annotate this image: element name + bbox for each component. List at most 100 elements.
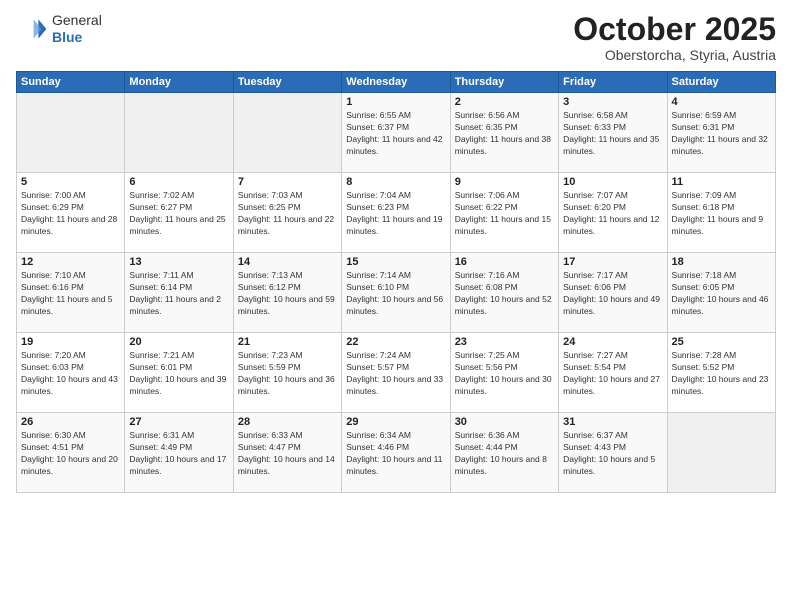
day-info: Sunrise: 6:55 AM Sunset: 6:37 PM Dayligh…: [346, 110, 445, 158]
day-number: 1: [346, 96, 445, 108]
calendar-cell: 25Sunrise: 7:28 AM Sunset: 5:52 PM Dayli…: [667, 333, 775, 413]
day-info: Sunrise: 6:58 AM Sunset: 6:33 PM Dayligh…: [563, 110, 662, 158]
calendar-cell: 31 Sunrise: 6:37 AM Sunset: 4:43 PM Dayli…: [559, 413, 667, 493]
calendar-cell: 24Sunrise: 7:27 AM Sunset: 5:54 PM Dayli…: [559, 333, 667, 413]
calendar-cell: [125, 93, 233, 173]
calendar-cell: 4 Sunrise: 6:59 AM Sunset: 6:31 PM Daylig…: [667, 93, 775, 173]
day-number: 14: [238, 256, 337, 268]
day-number: 29: [346, 416, 445, 428]
day-info: Sunrise: 7:04 AM Sunset: 6:23 PM Dayligh…: [346, 190, 445, 238]
calendar-cell: 17Sunrise: 7:17 AM Sunset: 6:06 PM Dayli…: [559, 253, 667, 333]
day-number: 18: [672, 256, 771, 268]
calendar-cell: 18Sunrise: 7:18 AM Sunset: 6:05 PM Dayli…: [667, 253, 775, 333]
weekday-header-tuesday: Tuesday: [233, 72, 341, 93]
day-info: Sunrise: 7:06 AM Sunset: 6:22 PM Dayligh…: [455, 190, 554, 238]
weekday-header-sunday: Sunday: [17, 72, 125, 93]
day-info: Sunrise: 6:56 AM Sunset: 6:35 PM Dayligh…: [455, 110, 554, 158]
day-number: 31: [563, 416, 662, 428]
day-number: 12: [21, 256, 120, 268]
day-info: Sunrise: 7:21 AM Sunset: 6:01 PM Dayligh…: [129, 350, 228, 398]
calendar-cell: 23Sunrise: 7:25 AM Sunset: 5:56 PM Dayli…: [450, 333, 558, 413]
title-block: October 2025 Oberstorcha, Styria, Austri…: [573, 12, 776, 63]
day-number: 5: [21, 176, 120, 188]
day-number: 6: [129, 176, 228, 188]
calendar-cell: 11 Sunrise: 7:09 AM Sunset: 6:18 PM Dayli…: [667, 173, 775, 253]
calendar-cell: 2 Sunrise: 6:56 AM Sunset: 6:35 PM Daylig…: [450, 93, 558, 173]
calendar-cell: 21Sunrise: 7:23 AM Sunset: 5:59 PM Dayli…: [233, 333, 341, 413]
day-number: 11: [672, 176, 771, 188]
day-number: 28: [238, 416, 337, 428]
logo-general: General: [52, 12, 102, 29]
day-number: 27: [129, 416, 228, 428]
day-number: 4: [672, 96, 771, 108]
day-info: Sunrise: 7:20 AM Sunset: 6:03 PM Dayligh…: [21, 350, 120, 398]
calendar-cell: 19 Sunrise: 7:20 AM Sunset: 6:03 PM Dayli…: [17, 333, 125, 413]
calendar-table: SundayMondayTuesdayWednesdayThursdayFrid…: [16, 71, 776, 493]
month-year: October 2025: [573, 12, 776, 47]
day-info: Sunrise: 6:30 AM Sunset: 4:51 PM Dayligh…: [21, 430, 120, 478]
logo-icon: [16, 13, 48, 45]
calendar-cell: [667, 413, 775, 493]
weekday-header-wednesday: Wednesday: [342, 72, 450, 93]
calendar-cell: 15 Sunrise: 7:14 AM Sunset: 6:10 PM Dayli…: [342, 253, 450, 333]
day-info: Sunrise: 7:14 AM Sunset: 6:10 PM Dayligh…: [346, 270, 445, 318]
day-info: Sunrise: 6:31 AM Sunset: 4:49 PM Dayligh…: [129, 430, 228, 478]
day-info: Sunrise: 7:13 AM Sunset: 6:12 PM Dayligh…: [238, 270, 337, 318]
week-row-0: 1 Sunrise: 6:55 AM Sunset: 6:37 PM Daylig…: [17, 93, 776, 173]
day-info: Sunrise: 7:02 AM Sunset: 6:27 PM Dayligh…: [129, 190, 228, 238]
day-info: Sunrise: 7:17 AM Sunset: 6:06 PM Dayligh…: [563, 270, 662, 318]
calendar-cell: 22Sunrise: 7:24 AM Sunset: 5:57 PM Dayli…: [342, 333, 450, 413]
day-info: Sunrise: 6:37 AM Sunset: 4:43 PM Dayligh…: [563, 430, 662, 478]
day-number: 26: [21, 416, 120, 428]
page: General Blue October 2025 Oberstorcha, S…: [0, 0, 792, 612]
day-number: 22: [346, 336, 445, 348]
weekday-header-row: SundayMondayTuesdayWednesdayThursdayFrid…: [17, 72, 776, 93]
calendar-cell: 28 Sunrise: 6:33 AM Sunset: 4:47 PM Dayli…: [233, 413, 341, 493]
weekday-header-thursday: Thursday: [450, 72, 558, 93]
calendar-cell: 12 Sunrise: 7:10 AM Sunset: 6:16 PM Dayli…: [17, 253, 125, 333]
day-number: 19: [21, 336, 120, 348]
weekday-header-friday: Friday: [559, 72, 667, 93]
day-info: Sunrise: 6:59 AM Sunset: 6:31 PM Dayligh…: [672, 110, 771, 158]
calendar-cell: 30Sunrise: 6:36 AM Sunset: 4:44 PM Dayli…: [450, 413, 558, 493]
day-number: 15: [346, 256, 445, 268]
weekday-header-saturday: Saturday: [667, 72, 775, 93]
day-info: Sunrise: 7:28 AM Sunset: 5:52 PM Dayligh…: [672, 350, 771, 398]
calendar-cell: 10Sunrise: 7:07 AM Sunset: 6:20 PM Dayli…: [559, 173, 667, 253]
logo-text: General Blue: [52, 12, 102, 46]
calendar-cell: 20 Sunrise: 7:21 AM Sunset: 6:01 PM Dayli…: [125, 333, 233, 413]
calendar-cell: [17, 93, 125, 173]
day-info: Sunrise: 6:34 AM Sunset: 4:46 PM Dayligh…: [346, 430, 445, 478]
logo: General Blue: [16, 12, 102, 46]
week-row-3: 19 Sunrise: 7:20 AM Sunset: 6:03 PM Dayli…: [17, 333, 776, 413]
calendar-cell: 6 Sunrise: 7:02 AM Sunset: 6:27 PM Daylig…: [125, 173, 233, 253]
day-number: 20: [129, 336, 228, 348]
day-info: Sunrise: 7:09 AM Sunset: 6:18 PM Dayligh…: [672, 190, 771, 238]
calendar-cell: 1 Sunrise: 6:55 AM Sunset: 6:37 PM Daylig…: [342, 93, 450, 173]
calendar-cell: 27 Sunrise: 6:31 AM Sunset: 4:49 PM Dayli…: [125, 413, 233, 493]
calendar-cell: 16 Sunrise: 7:16 AM Sunset: 6:08 PM Dayli…: [450, 253, 558, 333]
day-info: Sunrise: 7:16 AM Sunset: 6:08 PM Dayligh…: [455, 270, 554, 318]
day-info: Sunrise: 7:03 AM Sunset: 6:25 PM Dayligh…: [238, 190, 337, 238]
calendar-cell: 26 Sunrise: 6:30 AM Sunset: 4:51 PM Dayli…: [17, 413, 125, 493]
day-info: Sunrise: 7:10 AM Sunset: 6:16 PM Dayligh…: [21, 270, 120, 318]
location: Oberstorcha, Styria, Austria: [573, 47, 776, 63]
day-number: 23: [455, 336, 554, 348]
day-number: 8: [346, 176, 445, 188]
day-info: Sunrise: 6:33 AM Sunset: 4:47 PM Dayligh…: [238, 430, 337, 478]
calendar-cell: 9 Sunrise: 7:06 AM Sunset: 6:22 PM Daylig…: [450, 173, 558, 253]
week-row-4: 26 Sunrise: 6:30 AM Sunset: 4:51 PM Dayli…: [17, 413, 776, 493]
day-number: 10: [563, 176, 662, 188]
day-info: Sunrise: 7:27 AM Sunset: 5:54 PM Dayligh…: [563, 350, 662, 398]
calendar-cell: 13Sunrise: 7:11 AM Sunset: 6:14 PM Dayli…: [125, 253, 233, 333]
day-number: 16: [455, 256, 554, 268]
logo-blue: Blue: [52, 29, 102, 46]
calendar-cell: 3Sunrise: 6:58 AM Sunset: 6:33 PM Daylig…: [559, 93, 667, 173]
day-number: 2: [455, 96, 554, 108]
day-number: 9: [455, 176, 554, 188]
calendar-cell: 29 Sunrise: 6:34 AM Sunset: 4:46 PM Dayli…: [342, 413, 450, 493]
day-info: Sunrise: 7:00 AM Sunset: 6:29 PM Dayligh…: [21, 190, 120, 238]
day-number: 13: [129, 256, 228, 268]
weekday-header-monday: Monday: [125, 72, 233, 93]
calendar-cell: 7Sunrise: 7:03 AM Sunset: 6:25 PM Daylig…: [233, 173, 341, 253]
